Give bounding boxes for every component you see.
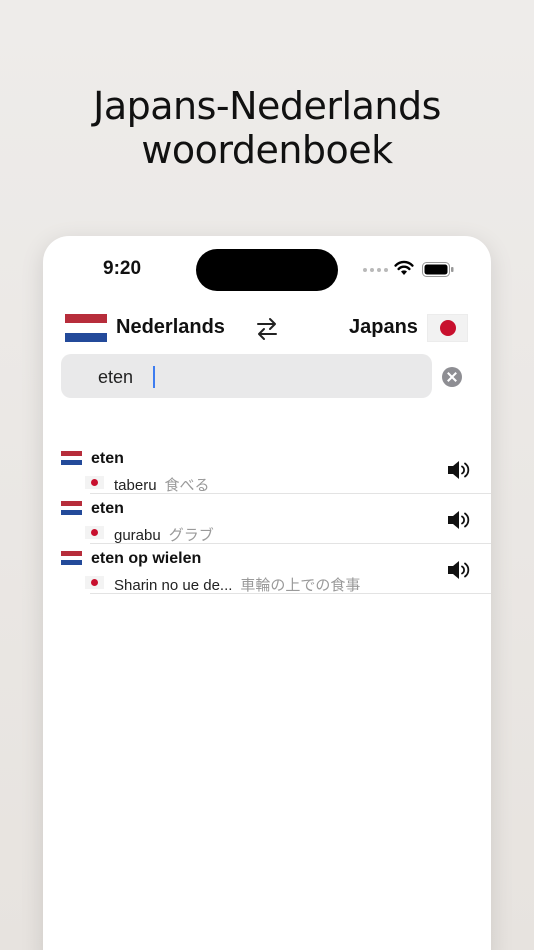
wifi-icon: [394, 260, 414, 275]
clear-circle-icon[interactable]: [442, 367, 462, 387]
battery-icon: [422, 262, 454, 277]
headline: Japans-Nederlands woordenboek: [0, 84, 534, 172]
result-japanese: 食べる: [164, 476, 210, 494]
result-reading: taberu: [114, 477, 157, 494]
phone-screen: 9:20 Nederlands Japans eten eten taberu …: [43, 236, 491, 950]
speaker-icon[interactable]: [446, 459, 472, 481]
result-term: eten: [91, 500, 124, 517]
source-language[interactable]: Nederlands: [116, 316, 225, 339]
japan-flag-icon[interactable]: [427, 314, 468, 342]
result-reading: Sharin no ue de...: [114, 577, 233, 594]
netherlands-flag-icon: [61, 501, 82, 516]
result-row[interactable]: eten taberu 食べる: [43, 444, 491, 494]
netherlands-flag-icon: [61, 551, 82, 566]
japan-flag-icon: [85, 526, 104, 539]
headline-line-1: Japans-Nederlands: [93, 84, 441, 128]
japan-flag-icon: [85, 576, 104, 589]
results-list: eten taberu 食べる eten gurabu グラブ eten op …: [43, 444, 491, 594]
netherlands-flag-icon: [61, 451, 82, 466]
dynamic-island: [196, 249, 338, 291]
result-japanese: グラブ: [168, 526, 214, 544]
result-row[interactable]: eten gurabu グラブ: [43, 494, 491, 544]
speaker-icon[interactable]: [446, 509, 472, 531]
japan-flag-icon: [85, 476, 104, 489]
swap-arrows-icon[interactable]: [254, 316, 280, 342]
text-cursor: [153, 366, 155, 388]
netherlands-flag-icon[interactable]: [65, 314, 107, 342]
signal-dots-icon: [363, 268, 388, 272]
result-reading: gurabu: [114, 527, 161, 544]
result-japanese: 車輪の上での食事: [240, 576, 361, 594]
headline-line-2: woordenboek: [141, 128, 393, 172]
result-translation: Sharin no ue de... 車輪の上での食事: [114, 574, 360, 595]
result-term: eten op wielen: [91, 550, 202, 567]
result-row[interactable]: eten op wielen Sharin no ue de... 車輪の上での食…: [43, 544, 491, 594]
language-bar: Nederlands Japans: [43, 312, 491, 346]
result-translation: taberu 食べる: [114, 474, 210, 495]
search-input[interactable]: eten: [61, 354, 432, 398]
result-translation: gurabu グラブ: [114, 524, 214, 545]
status-time: 9:20: [103, 258, 142, 279]
search-value[interactable]: eten: [98, 367, 133, 388]
target-language[interactable]: Japans: [349, 316, 418, 339]
speaker-icon[interactable]: [446, 559, 472, 581]
result-term: eten: [91, 450, 124, 467]
